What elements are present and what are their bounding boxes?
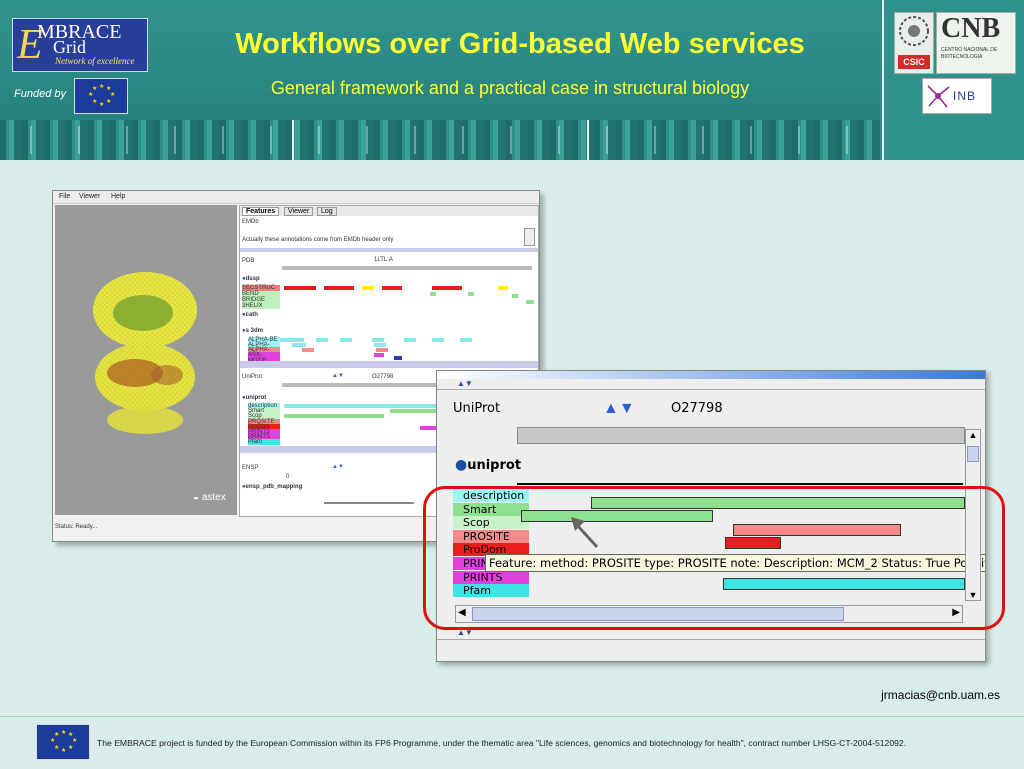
eu-flag-icon: ★ ★ ★ ★ ★ ★ ★ ★: [36, 724, 90, 760]
embrace-grid-logo: E MBRACE Grid Network of excellence: [12, 18, 148, 72]
track-ensp-mapping[interactable]: ●ensp_pdb_mapping: [242, 484, 302, 490]
funded-by-label: Funded by: [14, 88, 66, 100]
zoom-arrows-icon[interactable]: ▲▼: [603, 400, 635, 418]
zoom-arrows-icon[interactable]: ▲▼: [332, 464, 344, 470]
footer-funding-text: The EMBRACE project is funded by the Eur…: [97, 738, 907, 748]
astex-logo: ◒ astex: [193, 492, 226, 503]
eu-flag-icon: ★ ★ ★ ★ ★ ★ ★ ★: [74, 78, 128, 114]
svg-text:★: ★: [61, 747, 66, 754]
track-uniprot[interactable]: ●uniprot: [242, 395, 266, 401]
h-scrollbar[interactable]: [240, 361, 538, 368]
svg-text:★: ★: [110, 91, 115, 98]
tab-bar: Features Viewer Log: [240, 206, 538, 216]
emdb-note: Actually these annotations come from EMD…: [242, 237, 394, 243]
density-map-render: [93, 272, 197, 434]
track-dssp[interactable]: ●dssp: [242, 276, 260, 282]
status-bar: Status: Ready...: [55, 524, 98, 530]
menu-help[interactable]: Help: [111, 193, 125, 200]
highlight-circle: [423, 486, 1005, 630]
svg-text:★: ★: [106, 98, 111, 105]
uniprot-label: UniProt: [242, 374, 263, 380]
ensp-value: 0: [286, 474, 290, 480]
scroll-thumb[interactable]: [967, 446, 979, 462]
scroll-up-icon[interactable]: ▲: [966, 430, 980, 444]
svg-text:★: ★: [72, 737, 77, 744]
tab-log[interactable]: Log: [317, 207, 337, 216]
svg-text:★: ★: [50, 737, 55, 744]
partner-logos-panel: CSIC CNB CENTRO NACIONAL DE BIOTECNOLOGI…: [882, 0, 1024, 160]
svg-text:★: ★: [88, 91, 93, 98]
zoom-slider[interactable]: [324, 502, 414, 504]
uniprot-accession: O27798: [671, 401, 723, 416]
collapse-arrows-icon[interactable]: ▲▼: [457, 379, 473, 388]
svg-text:★: ★: [99, 101, 104, 108]
menu-bar: File Viewer Help: [53, 191, 539, 204]
track-s3dm[interactable]: ●s 3dm: [242, 328, 263, 334]
slide-header: E MBRACE Grid Network of excellence Fund…: [0, 0, 1024, 160]
uniprot-label: UniProt: [453, 401, 501, 416]
info-icon: ●: [455, 457, 468, 473]
tab-features[interactable]: Features: [242, 207, 280, 216]
pdb-ruler: [282, 266, 532, 270]
svg-text:★: ★: [54, 744, 59, 751]
svg-text:★: ★: [99, 83, 104, 90]
emdb-scrollbar[interactable]: [524, 228, 535, 246]
slide-title: Workflows over Grid-based Web services: [235, 28, 805, 60]
structure-3d-view[interactable]: ◒ astex: [55, 205, 237, 515]
zoom-arrows-icon[interactable]: ▲▼: [332, 373, 344, 379]
pdb-id: 1LTL:A: [374, 257, 393, 263]
sequence-ruler: [517, 427, 965, 444]
inb-logo: INB: [922, 78, 992, 114]
menu-file[interactable]: File: [59, 193, 70, 200]
astex-icon: ◒: [193, 492, 202, 503]
pdb-label: PDB: [242, 258, 255, 264]
svg-text:★: ★: [92, 85, 97, 92]
svg-text:★: ★: [68, 744, 73, 751]
svg-text:★: ★: [61, 729, 66, 736]
track-cath[interactable]: ●cath: [242, 312, 258, 318]
track-uniprot[interactable]: ●uniprot: [455, 457, 521, 473]
csic-logo: CSIC: [894, 12, 934, 74]
tab-viewer[interactable]: Viewer: [284, 207, 314, 216]
uniprot-accession: O27798: [372, 374, 394, 380]
svg-text:★: ★: [92, 98, 97, 105]
svg-text:★: ★: [54, 731, 59, 738]
cnb-logo: CNB CENTRO NACIONAL DE BIOTECNOLOGIA: [936, 12, 1016, 74]
ensp-label: ENSP: [242, 465, 259, 471]
contact-email[interactable]: jrmacias@cnb.uam.es: [760, 688, 1000, 702]
emdb-label: EMDb: [242, 219, 259, 225]
slide-subtitle: General framework and a practical case i…: [270, 78, 750, 98]
menu-viewer[interactable]: Viewer: [79, 193, 100, 200]
